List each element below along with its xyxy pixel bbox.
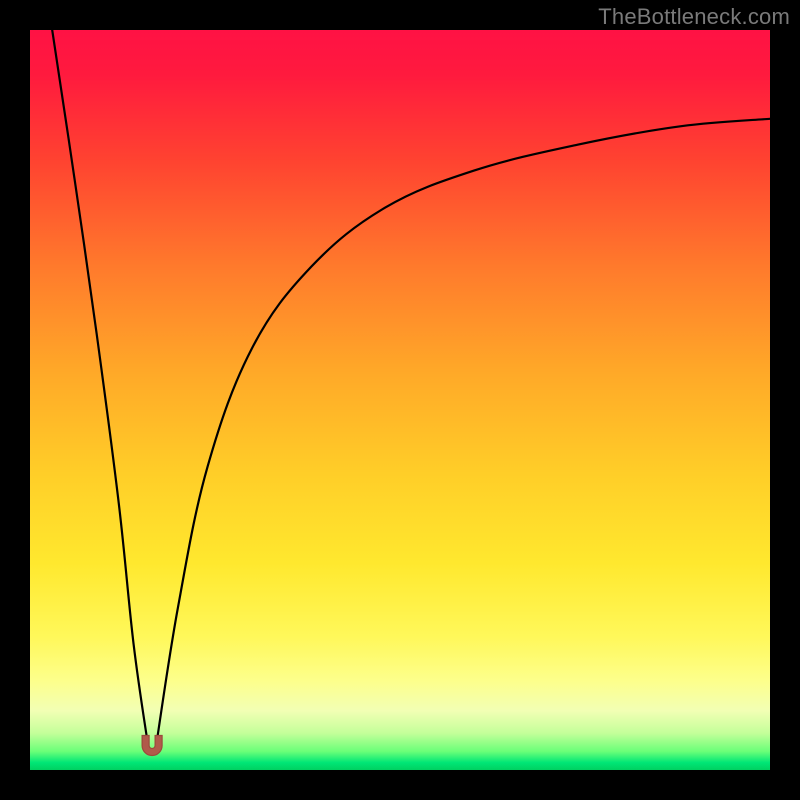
- curve-right-branch: [156, 119, 770, 748]
- chart-frame: TheBottleneck.com: [0, 0, 800, 800]
- curve-left-branch: [52, 30, 148, 748]
- watermark: TheBottleneck.com: [598, 4, 790, 30]
- chart-svg: [30, 30, 770, 770]
- valley-marker: [142, 736, 162, 756]
- plot-area: [30, 30, 770, 770]
